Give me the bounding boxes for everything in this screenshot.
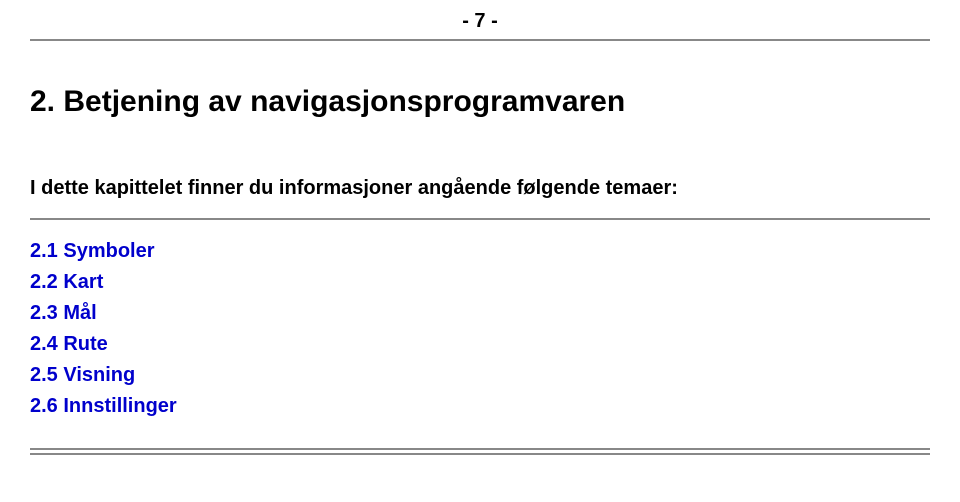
toc-list: 2.1 Symboler 2.2 Kart 2.3 Mål 2.4 Rute 2… xyxy=(30,236,930,422)
toc-link-symboler[interactable]: 2.1 Symboler xyxy=(30,236,930,267)
rule-after-toc xyxy=(30,448,930,454)
toc-link-rute[interactable]: 2.4 Rute xyxy=(30,329,930,360)
toc-link-visning[interactable]: 2.5 Visning xyxy=(30,360,930,391)
page-number: - 7 - xyxy=(30,10,930,33)
rule-before-toc xyxy=(30,218,930,220)
toc-link-kart[interactable]: 2.2 Kart xyxy=(30,267,930,298)
chapter-heading: 2. Betjening av navigasjonsprogramvaren xyxy=(30,85,930,119)
intro-text: I dette kapittelet finner du informasjon… xyxy=(30,177,930,200)
toc-link-mal[interactable]: 2.3 Mål xyxy=(30,298,930,329)
toc-link-innstillinger[interactable]: 2.6 Innstillinger xyxy=(30,391,930,422)
rule-top xyxy=(30,39,930,41)
document-page: - 7 - 2. Betjening av navigasjonsprogram… xyxy=(0,0,960,502)
